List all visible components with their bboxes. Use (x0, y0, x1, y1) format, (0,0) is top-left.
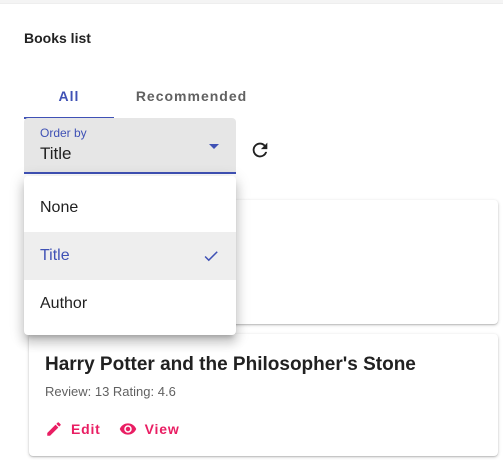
order-by-value: Title (40, 144, 72, 163)
book-title: Harry Potter and the Philosopher's Stone (45, 354, 416, 375)
menu-item-title[interactable]: Title (24, 232, 236, 280)
edit-button[interactable]: Edit (45, 420, 101, 438)
tab-recommended[interactable]: Recommended (124, 84, 259, 120)
menu-item-title-label: Title (40, 247, 70, 264)
panel-title: Books list (24, 30, 91, 46)
eye-icon (119, 423, 136, 435)
card-actions: Edit View (45, 420, 198, 438)
refresh-button[interactable] (246, 136, 274, 164)
check-icon (204, 251, 218, 262)
dropdown-arrow-icon (209, 144, 219, 149)
book-review-rating: Review: 13 Rating: 4.6 (45, 384, 176, 399)
view-button[interactable]: View (119, 420, 180, 438)
order-by-label: Order by (40, 126, 87, 140)
books-panel: Books list All Recommended Order by Titl… (0, 3, 503, 460)
refresh-icon (252, 142, 268, 158)
menu-item-none[interactable]: None (24, 184, 236, 232)
view-label: View (144, 421, 180, 437)
menu-item-author[interactable]: Author (24, 280, 236, 328)
pencil-icon (47, 422, 61, 436)
book-card: Harry Potter and the Philosopher's Stone… (29, 334, 498, 456)
order-by-menu: None Title Author (24, 176, 236, 335)
tab-all[interactable]: All (24, 84, 114, 120)
edit-label: Edit (71, 421, 101, 437)
order-by-select[interactable]: Order by Title (24, 118, 236, 174)
